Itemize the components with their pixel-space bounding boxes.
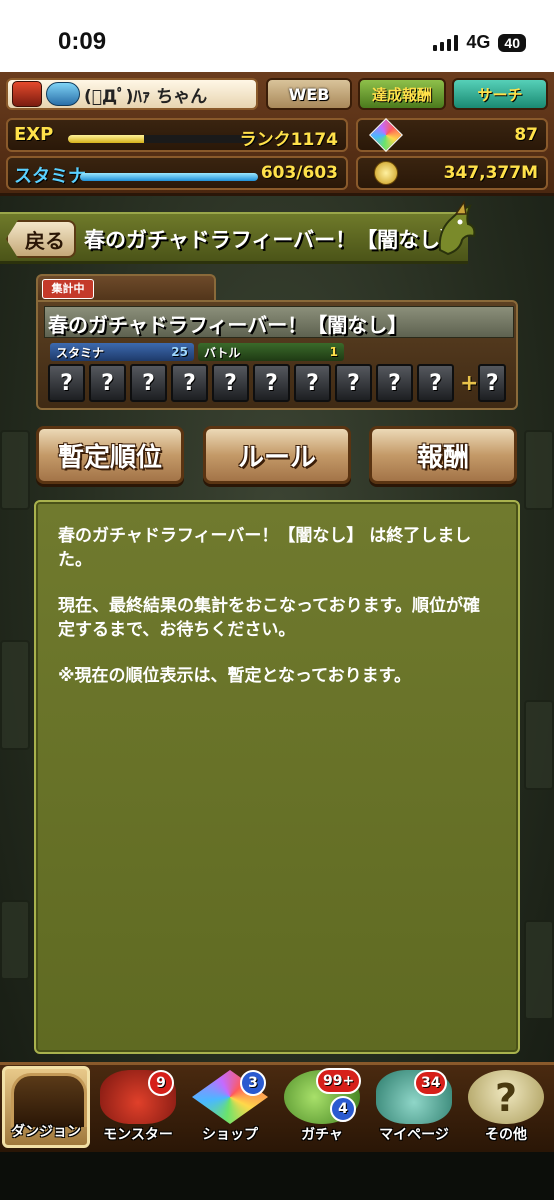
stamina-cost-pill: スタミナ 25 — [50, 343, 194, 361]
monster-notification-badge: 9 — [148, 1070, 174, 1096]
event-title: 春のガチャドラフィーバー！【闇なし】 — [48, 313, 408, 337]
nav-other-label: その他 — [485, 1127, 527, 1143]
wall-brick — [524, 430, 554, 510]
magic-stone-icon — [369, 118, 403, 152]
unknown-monster-slot: ? — [48, 364, 85, 402]
wall-brick — [524, 700, 554, 790]
wall-brick — [0, 640, 30, 750]
nav-monster[interactable]: 9 モンスター — [94, 1066, 182, 1148]
nav-gacha[interactable]: 99+ 4 ガチャ — [278, 1066, 366, 1148]
status-time: 0:09 — [58, 28, 107, 55]
stamina-value: 603/603 — [260, 163, 338, 183]
rewards-button[interactable]: 報酬 — [369, 426, 517, 484]
battle-count-value: 1 — [329, 345, 338, 359]
helper-slot: + ? — [460, 364, 506, 402]
home-indicator-area — [0, 1152, 554, 1200]
battle-count-label: バトル — [204, 345, 241, 360]
search-button[interactable]: サーチ — [452, 78, 548, 110]
achievement-reward-button[interactable]: 達成報酬 — [358, 78, 446, 110]
unknown-monster-slot: ? — [171, 364, 208, 402]
nav-mypage-label: マイページ — [379, 1127, 449, 1143]
web-button[interactable]: WEB — [266, 78, 352, 110]
stamina-panel: スタミナ 603/603 — [6, 156, 348, 190]
nav-mypage[interactable]: 34 マイページ — [370, 1066, 458, 1148]
coin-count: 347,377M — [443, 163, 538, 183]
mypage-notification-badge: 34 — [414, 1070, 448, 1096]
unknown-monster-slot: ? — [376, 364, 413, 402]
stamina-cost-value: 25 — [171, 345, 188, 359]
exp-bar — [68, 135, 258, 143]
exp-label: EXP — [14, 124, 54, 145]
magic-stone-panel[interactable]: 87 — [356, 118, 548, 152]
plus-icon: + — [460, 370, 479, 396]
signal-icon — [433, 34, 459, 51]
battle-count-pill: バトル 1 — [198, 343, 344, 361]
nav-shop-label: ショップ — [202, 1127, 258, 1143]
message-panel: 春のガチャドラフィーバー！【闇なし】 は終了しました。 現在、最終結果の集計をお… — [34, 500, 520, 1054]
player-profile[interactable]: (ﾟДﾟ)ﾊｧ ちゃん — [6, 78, 258, 110]
stamina-bar — [80, 173, 258, 181]
stamina-cost-label: スタミナ — [56, 345, 105, 360]
team-slots: ? ? ? ? ? ? ? ? ? ? — [48, 364, 454, 402]
message-tallying: 現在、最終結果の集計をおこなっております。順位が確定するまで、お待ちください。 — [58, 596, 480, 640]
message-ended: 春のガチャドラフィーバー！【闇なし】 は終了しました。 — [58, 526, 472, 570]
stamina-label: スタミナ — [14, 166, 86, 187]
leader-monster-icon — [12, 81, 42, 107]
status-indicators: 4G 40 — [433, 32, 526, 53]
battery-icon: 40 — [498, 33, 526, 52]
unknown-monster-slot: ? — [335, 364, 372, 402]
nav-other[interactable]: ? その他 — [462, 1066, 550, 1148]
unknown-monster-slot: ? — [294, 364, 331, 402]
player-badge-icon — [46, 82, 80, 106]
gacha-notification-badge: 99+ — [316, 1068, 362, 1094]
unknown-helper-slot: ? — [478, 364, 506, 402]
dungeon-gate-icon — [11, 1073, 87, 1127]
wall-brick — [0, 900, 30, 980]
rank-value: ランク1174 — [239, 130, 338, 150]
nav-gacha-label: ガチャ — [301, 1127, 343, 1143]
status-bar: 0:09 4G 40 — [0, 0, 554, 72]
page-title: 春のガチャドラフィーバー！【闇なし】 — [84, 228, 462, 252]
wall-brick — [0, 430, 30, 510]
unknown-monster-slot: ? — [89, 364, 126, 402]
status-badge: 集計中 — [42, 279, 94, 299]
wall-brick — [524, 920, 554, 1020]
coin-panel: 347,377M — [356, 156, 548, 190]
unknown-monster-slot: ? — [417, 364, 454, 402]
message-note: ※現在の順位表示は、暫定となっております。 — [58, 666, 411, 686]
player-name: (ﾟДﾟ)ﾊｧ ちゃん — [84, 86, 208, 107]
back-button[interactable]: 戻る — [6, 220, 76, 258]
unknown-monster-slot: ? — [130, 364, 167, 402]
unknown-monster-slot: ? — [253, 364, 290, 402]
question-mark-icon: ? — [468, 1070, 544, 1124]
exp-panel: EXP ランク1174 — [6, 118, 348, 152]
network-type: 4G — [466, 32, 491, 52]
nav-monster-label: モンスター — [103, 1127, 173, 1143]
dragon-icon — [438, 200, 476, 256]
gacha-secondary-badge: 4 — [330, 1096, 356, 1122]
stamina-bar-fill — [80, 173, 258, 181]
coin-icon — [374, 161, 398, 185]
rules-button[interactable]: ルール — [203, 426, 351, 484]
nav-shop[interactable]: 3 ショップ — [186, 1066, 274, 1148]
nav-dungeon[interactable]: ダンジョン — [2, 1066, 90, 1148]
provisional-ranking-button[interactable]: 暫定順位 — [36, 426, 184, 484]
unknown-monster-slot: ? — [212, 364, 249, 402]
nav-dungeon-label: ダンジョン — [11, 1124, 81, 1140]
exp-bar-fill — [68, 135, 144, 143]
shop-notification-badge: 3 — [240, 1070, 266, 1096]
magic-stone-count: 87 — [514, 125, 538, 145]
